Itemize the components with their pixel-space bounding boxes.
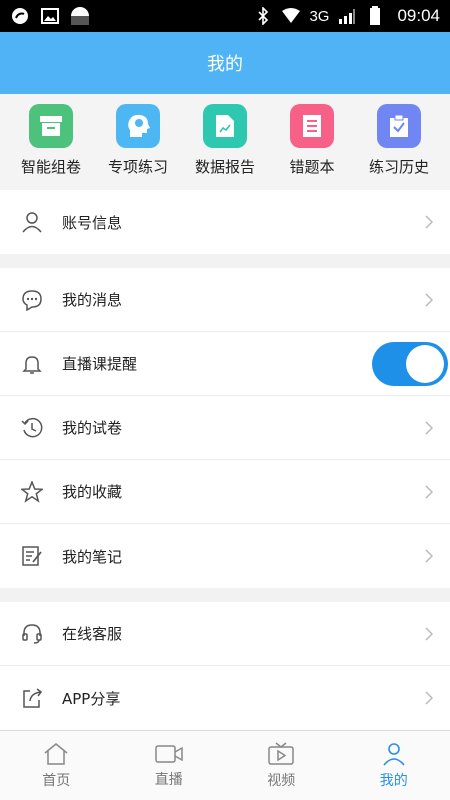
- tab-mine[interactable]: 我的: [338, 731, 450, 800]
- menu-group-account: 账号信息: [0, 190, 450, 254]
- menu-item-label: APP分享: [62, 689, 121, 708]
- signal-icon: [337, 6, 357, 26]
- menu-item-label: 在线客服: [62, 625, 123, 643]
- chevron-right-icon: [425, 549, 434, 563]
- chevron-right-icon: [425, 626, 434, 641]
- image-notification-icon: [40, 6, 60, 26]
- page-title: 我的: [207, 54, 243, 75]
- wifi-icon: [281, 6, 301, 26]
- quick-action-special-practice[interactable]: 专项练习: [95, 104, 181, 190]
- battery-icon: [365, 6, 385, 26]
- chevron-right-icon: [425, 420, 434, 435]
- menu-item-messages[interactable]: 我的消息: [0, 268, 450, 332]
- quick-action-label: 数据报告: [194, 158, 255, 176]
- tab-video[interactable]: 视频: [225, 731, 338, 800]
- page-header: 我的: [0, 32, 450, 94]
- chevron-right-icon: [425, 292, 434, 307]
- live-reminder-toggle[interactable]: [372, 341, 448, 386]
- tab-label: 我的: [379, 772, 408, 789]
- network-type: 3G: [309, 7, 330, 25]
- quick-action-data-report[interactable]: 数据报告: [182, 104, 268, 190]
- note-edit-icon: [20, 544, 44, 568]
- tab-label: 视频: [267, 772, 296, 789]
- star-icon: [20, 480, 44, 504]
- menu-group-main: 我的消息 直播课提醒 我的试卷 我的收藏 我的笔记: [0, 268, 450, 588]
- tab-label: 首页: [42, 772, 71, 789]
- archive-box-icon: [29, 104, 73, 148]
- menu-item-account[interactable]: 账号信息: [0, 190, 450, 254]
- bottom-tab-bar: 首页 直播 视频 我的: [0, 730, 450, 800]
- menu-item-share[interactable]: APP分享: [0, 666, 450, 730]
- menu-item-label: 我的试卷: [62, 419, 123, 437]
- toggle-knob: [406, 344, 444, 383]
- report-chart-icon: [203, 104, 247, 148]
- chevron-right-icon: [425, 484, 434, 499]
- notebook-icon: [290, 104, 334, 148]
- menu-item-label: 我的笔记: [62, 547, 123, 566]
- menu-item-favorites[interactable]: 我的收藏: [0, 460, 450, 524]
- quick-action-label: 练习历史: [368, 158, 429, 176]
- video-camera-icon: [155, 744, 183, 763]
- tab-label: 直播: [154, 771, 183, 788]
- menu-group-other: 在线客服 APP分享: [0, 602, 450, 730]
- menu-item-label: 我的收藏: [62, 483, 123, 501]
- chevron-right-icon: [425, 691, 434, 705]
- menu-item-live-reminder: 直播课提醒: [0, 332, 450, 396]
- user-icon: [383, 742, 405, 766]
- download-notification-icon: [70, 6, 90, 26]
- quick-action-practice-history[interactable]: 练习历史: [356, 104, 442, 190]
- quick-action-label: 智能组卷: [20, 158, 81, 176]
- tab-home[interactable]: 首页: [0, 731, 113, 800]
- bell-icon: [20, 352, 44, 376]
- quick-actions: 智能组卷 专项练习 数据报告 错题本 练习历史: [0, 94, 450, 190]
- tab-live[interactable]: 直播: [113, 731, 226, 800]
- share-icon: [20, 686, 44, 710]
- menu-item-label: 我的消息: [62, 291, 123, 309]
- menu-item-papers[interactable]: 我的试卷: [0, 396, 450, 460]
- bluetooth-icon: [253, 6, 273, 26]
- clock-history-icon: [20, 416, 44, 440]
- clock: 09:04: [397, 6, 440, 25]
- head-idea-icon: [116, 104, 160, 148]
- tv-play-icon: [268, 741, 294, 765]
- quick-action-smart-paper[interactable]: 智能组卷: [8, 104, 94, 190]
- user-icon: [20, 210, 44, 234]
- app-notification-icon: [10, 6, 30, 26]
- chevron-right-icon: [425, 215, 434, 229]
- quick-action-label: 错题本: [289, 158, 335, 176]
- menu-item-support[interactable]: 在线客服: [0, 602, 450, 666]
- headset-icon: [20, 622, 44, 646]
- menu-item-label: 账号信息: [62, 213, 123, 232]
- chat-bubble-icon: [20, 288, 44, 312]
- menu-item-notes[interactable]: 我的笔记: [0, 524, 450, 588]
- menu-item-label: 直播课提醒: [62, 355, 138, 373]
- home-icon: [44, 742, 68, 765]
- status-bar: 3G 09:04: [0, 0, 450, 32]
- history-clipboard-icon: [377, 104, 421, 148]
- quick-action-label: 专项练习: [107, 158, 168, 176]
- quick-action-wrong-notebook[interactable]: 错题本: [269, 104, 355, 190]
